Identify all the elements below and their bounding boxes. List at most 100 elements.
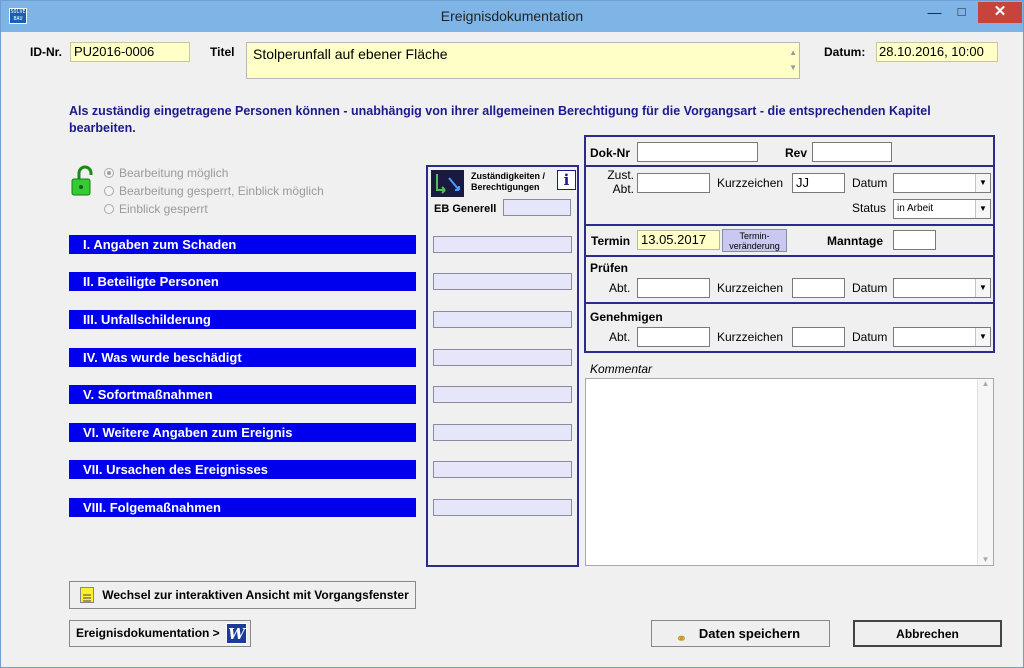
- kurzzeichen-field[interactable]: JJ: [792, 173, 845, 193]
- titel-label: Titel: [210, 45, 235, 59]
- genehmigen-datum-dropdown[interactable]: ▼: [893, 327, 991, 347]
- titel-field[interactable]: Stolperunfall auf ebener Fläche ▲ ▼: [246, 42, 800, 79]
- divider: [586, 224, 994, 226]
- zust-field-7[interactable]: [433, 461, 572, 478]
- wechsel-label: Wechsel zur interaktiven Ansicht mit Vor…: [102, 588, 409, 602]
- section-weitere-angaben[interactable]: VI. Weitere Angaben zum Ereignis: [69, 423, 416, 442]
- section-folgemassnahmen[interactable]: VIII. Folgemaßnahmen: [69, 498, 416, 517]
- window-title: Ereignisdokumentation: [440, 8, 584, 24]
- minimize-button[interactable]: —: [921, 2, 948, 23]
- ereignis-label: Ereignisdokumentation >: [76, 626, 220, 640]
- section-unfallschilderung[interactable]: III. Unfallschilderung: [69, 310, 416, 329]
- radio-dot: [104, 186, 114, 196]
- divider: [586, 165, 994, 167]
- scroll-up-icon[interactable]: ▲: [789, 45, 797, 61]
- doknr-label: Dok-Nr: [590, 146, 631, 160]
- chevron-down-icon[interactable]: ▼: [975, 279, 990, 297]
- word-icon: W: [226, 623, 247, 644]
- info-text: Als zuständig eingetragene Personen könn…: [69, 104, 931, 135]
- chevron-down-icon[interactable]: ▼: [975, 174, 990, 192]
- zust-abt-label: Zust. Abt.: [607, 168, 634, 196]
- zust-field-6[interactable]: [433, 424, 572, 441]
- save-icon: ⚭: [676, 631, 687, 646]
- zust-field-8[interactable]: [433, 499, 572, 516]
- genehmigen-abt-field[interactable]: [637, 327, 710, 347]
- eb-generell-label: EB Generell: [434, 203, 497, 215]
- zust-field-4[interactable]: [433, 349, 572, 366]
- pruefen-kurzzeichen-field[interactable]: [792, 278, 845, 298]
- radio-label: Bearbeitung gesperrt, Einblick möglich: [119, 184, 324, 198]
- ereignisdokumentation-button[interactable]: Ereignisdokumentation > W: [69, 620, 251, 647]
- zust-header: Zuständigkeiten / Berechtigungen: [471, 171, 546, 192]
- id-label: ID-Nr.: [30, 45, 63, 59]
- radio-bearbeitung-moeglich[interactable]: Bearbeitung möglich: [104, 166, 228, 180]
- pruefen-kurzzeichen-label: Kurzzeichen: [717, 281, 784, 295]
- section-beschaedigt[interactable]: IV. Was wurde beschädigt: [69, 348, 416, 367]
- radio-label: Bearbeitung möglich: [119, 166, 229, 180]
- zust-field-5[interactable]: [433, 386, 572, 403]
- divider: [586, 255, 994, 257]
- radio-dot-selected: [104, 168, 114, 178]
- datum-label-zust: Datum: [852, 176, 888, 190]
- pruefen-datum-label: Datum: [852, 281, 888, 295]
- scroll-down-icon[interactable]: ▼: [978, 555, 993, 564]
- section-sofortmassnahmen[interactable]: V. Sofortmaßnahmen: [69, 385, 416, 404]
- eb-generell-field[interactable]: [503, 199, 571, 216]
- kommentar-textarea[interactable]: ▲ ▼: [585, 378, 994, 566]
- info-icon[interactable]: i: [557, 170, 576, 190]
- datum-field[interactable]: 28.10.2016, 10:00: [876, 42, 998, 62]
- scroll-down-icon[interactable]: ▼: [789, 60, 797, 76]
- arrows-icon: [431, 170, 464, 197]
- section-beteiligte-personen[interactable]: II. Beteiligte Personen: [69, 272, 416, 291]
- datum-dropdown-zust[interactable]: ▼: [893, 173, 991, 193]
- radio-label: Einblick gesperrt: [119, 202, 208, 216]
- titel-value: Stolperunfall auf ebener Fläche: [253, 46, 448, 62]
- genehmigen-label: Genehmigen: [590, 310, 663, 324]
- manntage-label: Manntage: [827, 234, 884, 248]
- unlock-icon: [70, 165, 98, 197]
- manntage-field[interactable]: [893, 230, 936, 250]
- pruefen-abt-label: Abt.: [609, 281, 631, 295]
- rev-label: Rev: [785, 146, 808, 160]
- kommentar-label: Kommentar: [590, 362, 653, 376]
- wechsel-button[interactable]: Wechsel zur interaktiven Ansicht mit Vor…: [69, 581, 416, 609]
- radio-einblick-gesperrt[interactable]: Einblick gesperrt: [104, 202, 208, 216]
- doknr-field[interactable]: [637, 142, 758, 162]
- scroll-up-icon[interactable]: ▲: [978, 379, 993, 388]
- pruefen-abt-field[interactable]: [637, 278, 710, 298]
- radio-bearbeitung-gesperrt[interactable]: Bearbeitung gesperrt, Einblick möglich: [104, 184, 324, 198]
- section-ursachen[interactable]: VII. Ursachen des Ereignisses: [69, 460, 416, 479]
- genehmigen-abt-label: Abt.: [609, 330, 631, 344]
- speichern-label: Daten speichern: [698, 626, 801, 641]
- chevron-down-icon[interactable]: ▼: [975, 200, 990, 218]
- zust-field-1[interactable]: [433, 236, 572, 253]
- zust-abt-field[interactable]: [637, 173, 710, 193]
- kommentar-scrollbar[interactable]: ▲ ▼: [977, 379, 993, 565]
- speichern-button[interactable]: ⚭ Daten speichern: [651, 620, 830, 647]
- close-button[interactable]: ✕: [978, 2, 1022, 23]
- divider: [586, 302, 994, 304]
- maximize-button[interactable]: □: [948, 2, 975, 23]
- zustaendigkeiten-panel: Zuständigkeiten / Berechtigungen i EB Ge…: [426, 165, 579, 567]
- genehmigen-kurzzeichen-label: Kurzzeichen: [717, 330, 784, 344]
- zust-field-2[interactable]: [433, 273, 572, 290]
- datum-label: Datum:: [824, 45, 866, 59]
- genehmigen-kurzzeichen-field[interactable]: [792, 327, 845, 347]
- section-angaben-schaden[interactable]: I. Angaben zum Schaden: [69, 235, 416, 254]
- pruefen-datum-dropdown[interactable]: ▼: [893, 278, 991, 298]
- zust-field-3[interactable]: [433, 311, 572, 328]
- status-value: in Arbeit: [897, 203, 934, 214]
- pruefen-label: Prüfen: [590, 261, 629, 275]
- status-label: Status: [852, 201, 887, 215]
- terminveraenderung-button[interactable]: Termin-veränderung: [722, 229, 787, 252]
- chevron-down-icon[interactable]: ▼: [975, 328, 990, 346]
- rev-field[interactable]: [812, 142, 892, 162]
- kurzzeichen-label: Kurzzeichen: [717, 176, 784, 190]
- termin-field[interactable]: 13.05.2017: [637, 230, 720, 250]
- termin-label: Termin: [591, 234, 631, 248]
- list-icon: [80, 587, 94, 603]
- status-dropdown[interactable]: in Arbeit ▼: [893, 199, 991, 219]
- abbrechen-button[interactable]: Abbrechen: [853, 620, 1002, 647]
- title-bar: SOLVE BAU Ereignisdokumentation — □ ✕: [1, 1, 1023, 32]
- id-field[interactable]: PU2016-0006: [70, 42, 190, 62]
